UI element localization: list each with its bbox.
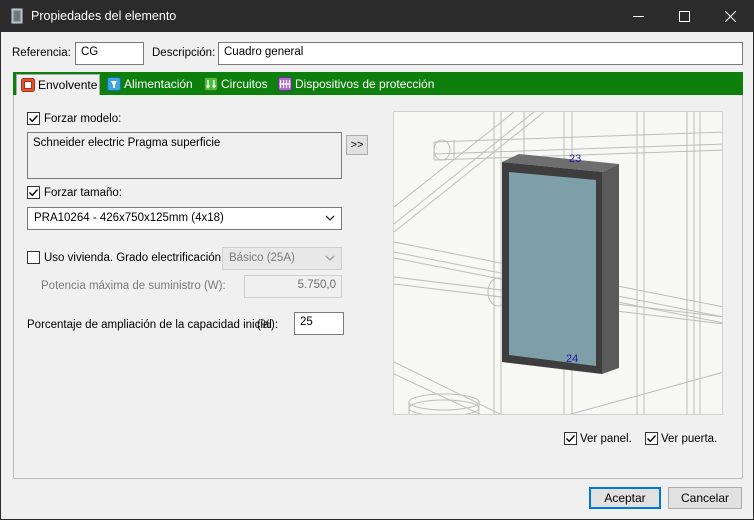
porcentaje-label: Porcentaje de ampliación de la capacidad… [27,319,272,331]
tamano-selected: PRA10264 - 426x750x125mm (4x18) [34,212,224,224]
forzar-tamano-checkbox[interactable] [27,186,40,199]
window-title: Propiedades del elemento [31,9,177,23]
tab-label: Alimentación [124,77,193,91]
cancel-button[interactable]: Cancelar [668,487,742,509]
bottom-label: 24 [566,353,578,365]
uso-vivienda-label: Uso vivienda. Grado electrificación: [44,252,225,264]
ver-panel-label: Ver panel. [580,433,632,445]
maximize-button[interactable] [661,1,707,32]
properties-dialog: Propiedades del elemento Referencia: CG … [0,0,754,520]
minimize-icon [632,16,644,17]
checkmark-icon [29,115,39,123]
tab-label: Dispositivos de protección [295,77,435,91]
checkmark-icon [566,435,576,443]
close-icon [724,11,736,22]
circuits-icon [204,77,218,91]
browse-model-button[interactable]: >> [346,135,368,155]
power-supply-icon [107,77,121,91]
tab-label: Circuitos [221,77,268,91]
enclosure-3d-preview[interactable]: 23 24 [393,111,723,415]
accept-button[interactable]: Aceptar [589,487,661,509]
ver-puerta-checkbox[interactable] [645,432,658,445]
chevron-down-icon [325,215,335,221]
porcentaje-unit: (%): [257,319,279,331]
protection-devices-icon [278,77,292,91]
grado-electrificacion-select[interactable]: Básico (25A) [222,247,342,270]
uso-vivienda-checkbox[interactable] [27,251,40,264]
tab-bar: Envolvente Alimentación Circuitos Dispos… [13,72,743,95]
title-bar[interactable]: Propiedades del elemento [1,1,753,32]
chevron-down-icon [325,255,335,261]
tamano-select[interactable]: PRA10264 - 426x750x125mm (4x18) [27,207,342,230]
descripcion-label: Descripción: [152,47,216,59]
enclosure-panel-face [509,172,596,366]
ver-panel-checkbox[interactable] [564,432,577,445]
checkmark-icon [29,189,39,197]
grado-selected: Básico (25A) [229,252,295,264]
potencia-label: Potencia máxima de suministro (W): [41,280,226,292]
tab-label: Envolvente [38,78,98,92]
minimize-button[interactable] [615,1,661,32]
forzar-modelo-label: Forzar modelo: [44,113,122,125]
tab-dispositivos-proteccion[interactable]: Dispositivos de protección [278,74,438,94]
tab-alimentacion[interactable]: Alimentación [107,74,199,94]
referencia-input[interactable]: CG [75,42,144,65]
maximize-icon [678,11,690,22]
tab-circuitos[interactable]: Circuitos [204,74,274,94]
forzar-tamano-label: Forzar tamaño: [44,187,122,199]
porcentaje-input[interactable]: 25 [294,312,344,335]
checkmark-icon [647,435,657,443]
tab-envolvente[interactable]: Envolvente [16,74,100,95]
enclosure-icon [21,78,35,92]
enclosure-3d-drawing: 23 24 [394,112,722,414]
close-button[interactable] [707,1,753,32]
forzar-modelo-checkbox[interactable] [27,112,40,125]
referencia-label: Referencia: [12,47,71,59]
descripcion-input[interactable]: Cuadro general [218,42,743,65]
ver-puerta-label: Ver puerta. [661,433,718,445]
top-label: 23 [569,153,581,165]
modelo-textbox[interactable]: Schneider electric Pragma superficie [27,132,342,179]
app-icon [11,8,23,24]
potencia-input[interactable]: 5.750,0 [244,275,342,298]
